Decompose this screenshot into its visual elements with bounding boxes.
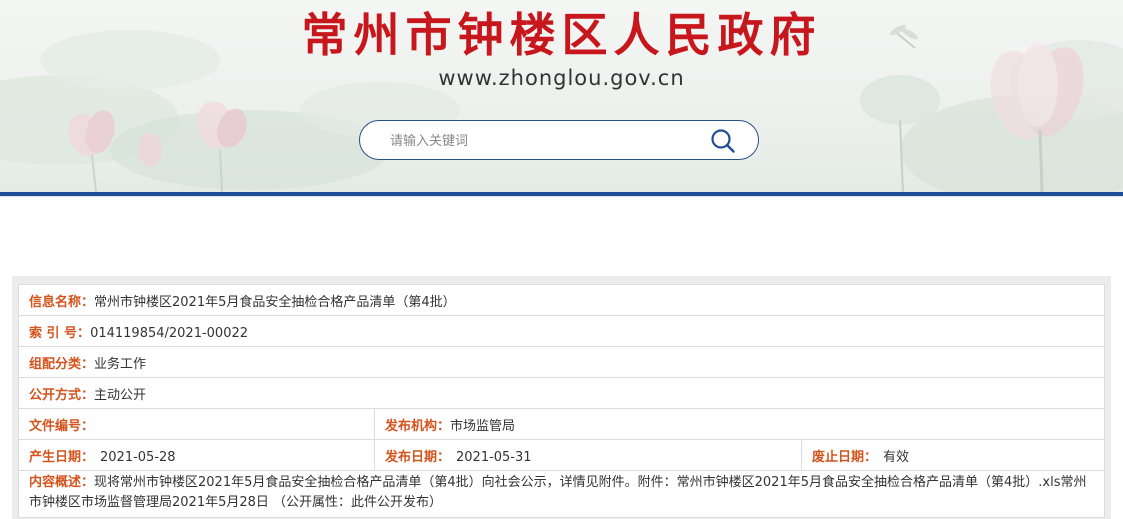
- info-label: 文件编号：: [29, 418, 95, 434]
- info-panel: 信息名称：常州市钟楼区2021年5月食品安全抽检合格产品清单（第4批） 索 引 …: [12, 276, 1111, 519]
- info-table: 信息名称：常州市钟楼区2021年5月食品安全抽检合格产品清单（第4批） 索 引 …: [18, 284, 1105, 518]
- site-title: 常州市钟楼区人民政府: [301, 8, 822, 62]
- info-value: 业务工作: [94, 356, 147, 372]
- search-icon[interactable]: [710, 128, 736, 154]
- info-row-category: 组配分类：业务工作: [18, 346, 1105, 378]
- info-row-index: 索 引 号：014119854/2021-00022: [18, 315, 1105, 347]
- info-value: 现将常州市钟楼区2021年5月食品安全抽检合格产品清单（第4批）向社会公示，详情…: [29, 475, 1087, 510]
- info-label: 信息名称：: [29, 294, 95, 310]
- info-label: 组配分类：: [29, 356, 95, 372]
- info-label: 公开方式：: [29, 387, 95, 403]
- info-label: 产生日期：: [29, 449, 95, 465]
- info-row-disclosure: 公开方式：主动公开: [18, 377, 1105, 409]
- info-value: 014119854/2021-00022: [90, 325, 249, 341]
- info-label: 废止日期：: [812, 449, 878, 465]
- header-divider-shadow: [0, 196, 1123, 197]
- info-value: 有效: [883, 449, 910, 465]
- info-value: 市场监管局: [450, 418, 516, 434]
- info-label: 发布日期：: [385, 449, 451, 465]
- info-value: 2021-05-28: [100, 449, 176, 465]
- info-row-summary: 内容概述：现将常州市钟楼区2021年5月食品安全抽检合格产品清单（第4批）向社会…: [18, 470, 1105, 518]
- site-url: www.zhonglou.gov.cn: [438, 66, 685, 90]
- info-label: 内容概述：: [29, 475, 95, 490]
- header-banner: 常州市钟楼区人民政府 www.zhonglou.gov.cn: [0, 0, 1123, 192]
- search-bar: [359, 120, 759, 160]
- search-input[interactable]: [388, 130, 692, 152]
- info-value: 常州市钟楼区2021年5月食品安全抽检合格产品清单（第4批）: [94, 294, 456, 310]
- info-label: 索 引 号：: [29, 325, 91, 341]
- info-value: 2021-05-31: [456, 449, 532, 465]
- info-value: 主动公开: [94, 387, 147, 403]
- info-row-name: 信息名称：常州市钟楼区2021年5月食品安全抽检合格产品清单（第4批）: [18, 284, 1105, 316]
- info-row-doc-publisher: 文件编号： 发布机构：市场监管局: [18, 408, 1105, 440]
- info-label: 发布机构：: [385, 418, 451, 434]
- info-row-dates: 产生日期： 2021-05-28 发布日期： 2021-05-31 废止日期： 有效: [18, 439, 1105, 471]
